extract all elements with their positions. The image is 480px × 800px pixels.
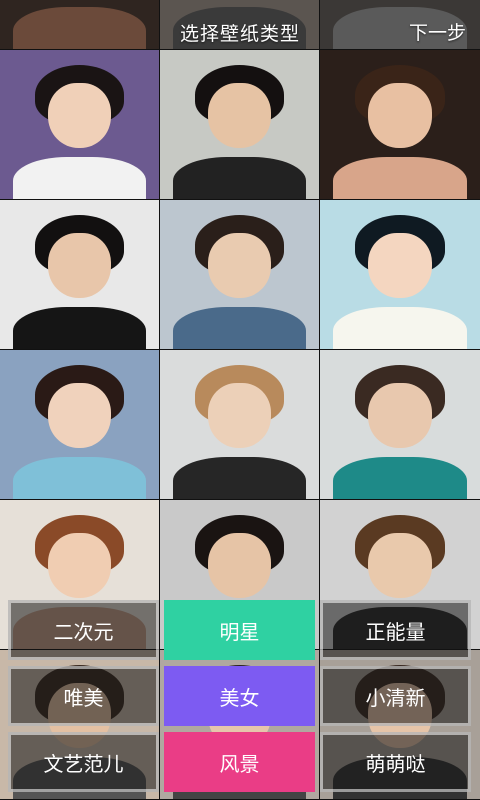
wallpaper-thumbnail[interactable] — [0, 350, 159, 499]
wallpaper-thumbnail[interactable] — [320, 50, 480, 199]
wallpaper-thumbnail[interactable] — [160, 200, 319, 349]
category-button[interactable]: 小清新 — [320, 666, 471, 726]
portrait-image — [0, 350, 159, 499]
category-button[interactable]: 二次元 — [8, 600, 159, 660]
portrait-image — [0, 50, 159, 199]
category-button[interactable]: 唯美 — [8, 666, 159, 726]
category-button[interactable]: 萌萌哒 — [320, 732, 471, 792]
portrait-image — [0, 200, 159, 349]
portrait-image — [320, 200, 480, 349]
wallpaper-thumbnail[interactable] — [320, 350, 480, 499]
top-bar: 选择壁纸类型 下一步 — [0, 0, 480, 64]
category-button[interactable]: 美女 — [164, 666, 315, 726]
category-button[interactable]: 文艺范儿 — [8, 732, 159, 792]
portrait-image — [320, 350, 480, 499]
wallpaper-thumbnail[interactable] — [160, 350, 319, 499]
category-button[interactable]: 风景 — [164, 732, 315, 792]
category-panel: 二次元 明星 正能量唯美 美女 小清新文艺范儿 风景 萌萌哒 — [8, 600, 472, 796]
portrait-image — [320, 50, 480, 199]
portrait-image — [160, 350, 319, 499]
wallpaper-thumbnail[interactable] — [320, 200, 480, 349]
category-button[interactable]: 明星 — [164, 600, 315, 660]
portrait-image — [160, 200, 319, 349]
portrait-image — [160, 50, 319, 199]
next-step-button[interactable]: 下一步 — [409, 18, 466, 45]
category-button[interactable]: 正能量 — [320, 600, 471, 660]
wallpaper-thumbnail[interactable] — [160, 50, 319, 199]
wallpaper-thumbnail[interactable] — [0, 50, 159, 199]
wallpaper-thumbnail[interactable] — [0, 200, 159, 349]
page-title: 选择壁纸类型 — [179, 22, 300, 45]
